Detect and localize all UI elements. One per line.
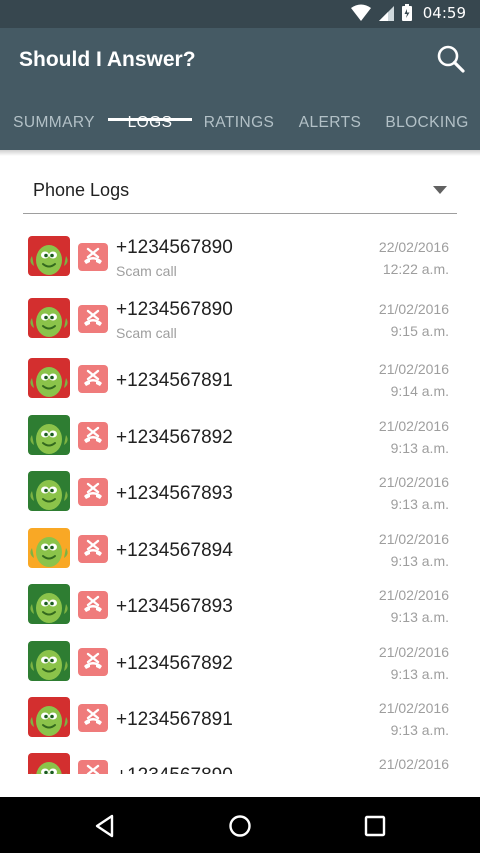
rating-avatar-icon (28, 415, 70, 455)
call-label: Scam call (116, 325, 177, 341)
call-date: 21/02/2016 (378, 644, 449, 660)
navigation-bar (0, 797, 480, 853)
recents-icon[interactable] (360, 811, 390, 841)
call-time: 9:13 a.m. (390, 666, 449, 682)
call-log-row[interactable]: +1234567890 21/02/2016 (0, 743, 480, 774)
call-time: 9:13 a.m. (390, 496, 449, 512)
tab-blocking[interactable]: BLOCKING (374, 106, 480, 150)
phone-number: +1234567892 (116, 653, 233, 674)
call-date: 21/02/2016 (378, 587, 449, 603)
call-date: 21/02/2016 (378, 418, 449, 434)
call-date: 21/02/2016 (378, 301, 449, 317)
status-bar: 04:59 (0, 0, 480, 28)
rating-avatar-icon (28, 641, 70, 681)
call-date: 22/02/2016 (378, 239, 449, 255)
call-time: 9:14 a.m. (390, 383, 449, 399)
tab-bar: SUMMARY LOGS RATINGS ALERTS BLOCKING (0, 106, 480, 150)
rating-avatar-icon (28, 298, 70, 338)
call-log-row[interactable]: +1234567892 21/02/2016 9:13 a.m. (0, 405, 480, 461)
phone-number: +1234567890 (116, 237, 233, 258)
phone-number: +1234567893 (116, 596, 233, 617)
tab-logs[interactable]: LOGS (108, 106, 192, 150)
blocked-call-icon (78, 478, 108, 506)
call-log-row[interactable]: +1234567891 21/02/2016 9:13 a.m. (0, 687, 480, 743)
phone-number: +1234567893 (116, 483, 233, 504)
signal-icon (378, 6, 394, 21)
wifi-icon (350, 4, 371, 21)
call-time: 9:13 a.m. (390, 609, 449, 625)
status-time: 04:59 (422, 4, 466, 22)
call-log-row[interactable]: +1234567892 21/02/2016 9:13 a.m. (0, 631, 480, 687)
app-bar-shadow (0, 150, 480, 156)
battery-icon (401, 4, 412, 21)
dropdown-arrow-icon (433, 186, 447, 194)
blocked-call-icon (78, 535, 108, 563)
call-log-row[interactable]: +1234567891 21/02/2016 9:14 a.m. (0, 348, 480, 404)
call-date: 21/02/2016 (378, 474, 449, 490)
call-label: Scam call (116, 263, 177, 279)
call-date: 21/02/2016 (378, 531, 449, 547)
dropdown-selected-value: Phone Logs (33, 180, 130, 200)
blocked-call-icon (78, 365, 108, 393)
call-date: 21/02/2016 (378, 756, 449, 772)
call-date: 21/02/2016 (378, 700, 449, 716)
search-icon[interactable] (436, 44, 466, 74)
rating-avatar-icon (28, 697, 70, 737)
blocked-call-icon (78, 648, 108, 676)
rating-avatar-icon (28, 236, 70, 276)
rating-avatar-icon (28, 471, 70, 511)
call-time: 9:13 a.m. (390, 722, 449, 738)
call-log-row[interactable]: +1234567890 Scam call 21/02/2016 9:15 a.m. (0, 288, 480, 344)
tab-ratings[interactable]: RATINGS (192, 106, 286, 150)
call-time: 12:22 a.m. (382, 261, 449, 277)
phone-number: +1234567891 (116, 370, 233, 391)
call-log-row[interactable]: +1234567894 21/02/2016 9:13 a.m. (0, 518, 480, 574)
active-tab-indicator (108, 118, 192, 121)
call-log-row[interactable]: +1234567890 Scam call 22/02/2016 12:22 a.m. (0, 226, 480, 282)
call-log-row[interactable]: +1234567893 21/02/2016 9:13 a.m. (0, 461, 480, 517)
call-time: 9:13 a.m. (390, 553, 449, 569)
phone-number: +1234567894 (116, 540, 233, 561)
call-date: 21/02/2016 (378, 361, 449, 377)
blocked-call-icon (78, 704, 108, 732)
log-type-dropdown[interactable]: Phone Logs (23, 168, 457, 214)
app-bar: Should I Answer? SUMMARY LOGS RATINGS AL… (0, 28, 480, 150)
blocked-call-icon (78, 760, 108, 774)
call-log-row[interactable]: +1234567893 21/02/2016 9:13 a.m. (0, 574, 480, 630)
call-time: 9:15 a.m. (390, 323, 449, 339)
blocked-call-icon (78, 243, 108, 271)
rating-avatar-icon (28, 358, 70, 398)
rating-avatar-icon (28, 753, 70, 774)
call-log-list[interactable]: +1234567890 Scam call 22/02/2016 12:22 a.m.… (0, 226, 480, 774)
blocked-call-icon (78, 422, 108, 450)
tab-alerts[interactable]: ALERTS (286, 106, 374, 150)
blocked-call-icon (78, 305, 108, 333)
phone-number: +1234567891 (116, 709, 233, 730)
back-icon[interactable] (90, 811, 120, 841)
rating-avatar-icon (28, 528, 70, 568)
tab-summary[interactable]: SUMMARY (0, 106, 108, 150)
blocked-call-icon (78, 591, 108, 619)
phone-number: +1234567890 (116, 299, 233, 320)
phone-number: +1234567890 (116, 765, 233, 774)
call-time: 9:13 a.m. (390, 440, 449, 456)
phone-number: +1234567892 (116, 427, 233, 448)
rating-avatar-icon (28, 584, 70, 624)
app-title: Should I Answer? (19, 48, 196, 71)
home-icon[interactable] (225, 811, 255, 841)
